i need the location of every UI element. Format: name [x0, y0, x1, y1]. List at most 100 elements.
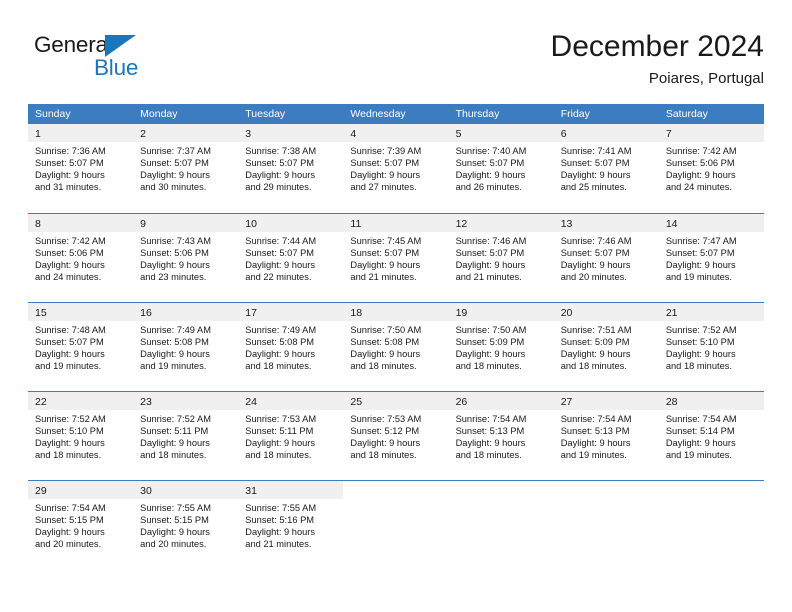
weekday-header-monday: Monday — [140, 108, 178, 120]
sunrise-text: Sunrise: 7:39 AM — [350, 146, 422, 156]
daylight-text-line1: Daylight: 9 hours — [35, 169, 105, 180]
day-cell[interactable]: 10 Sunrise: 7:44 AM Sunset: 5:07 PM Dayl… — [238, 214, 344, 302]
day-number: 27 — [560, 396, 573, 408]
daylight-text-line2: and 18 minutes. — [140, 449, 207, 460]
day-cell[interactable]: 24 Sunrise: 7:53 AM Sunset: 5:11 PM Dayl… — [238, 392, 344, 480]
day-cell[interactable]: 29 Sunrise: 7:54 AM Sunset: 5:15 PM Dayl… — [28, 481, 134, 569]
day-info: Sunrise: 7:49 AM Sunset: 5:08 PM Dayligh… — [238, 321, 343, 373]
day-cell[interactable]: 12 Sunrise: 7:46 AM Sunset: 5:07 PM Dayl… — [448, 214, 554, 302]
day-number: 26 — [455, 396, 468, 408]
day-number-bar: 29 — [28, 481, 134, 499]
day-cell[interactable]: 6 Sunrise: 7:41 AM Sunset: 5:07 PM Dayli… — [553, 124, 659, 213]
day-number: 12 — [455, 218, 468, 230]
daylight-text-line1: Daylight: 9 hours — [665, 259, 736, 270]
daylight-text-line2: and 18 minutes. — [35, 449, 102, 460]
day-info: Sunrise: 7:42 AM Sunset: 5:06 PM Dayligh… — [28, 232, 133, 284]
day-cell[interactable]: 16 Sunrise: 7:49 AM Sunset: 5:08 PM Dayl… — [133, 303, 239, 391]
title-block: December 2024 Poiares, Portugal — [551, 28, 764, 90]
sunset-text: Sunset: 5:07 PM — [560, 247, 630, 258]
daylight-text-line1: Daylight: 9 hours — [665, 348, 736, 359]
day-cell[interactable]: 23 Sunrise: 7:52 AM Sunset: 5:11 PM Dayl… — [133, 392, 239, 480]
day-number-bar: 22 — [28, 392, 134, 410]
sunrise-text: Sunrise: 7:54 AM — [455, 414, 527, 424]
day-info: Sunrise: 7:36 AM Sunset: 5:07 PM Dayligh… — [28, 142, 133, 194]
sunset-text: Sunset: 5:11 PM — [140, 425, 209, 436]
daylight-text-line1: Daylight: 9 hours — [350, 348, 421, 359]
day-info: Sunrise: 7:40 AM Sunset: 5:07 PM Dayligh… — [449, 142, 554, 194]
daylight-text-line2: and 18 minutes. — [455, 360, 522, 371]
daylight-text-line2: and 18 minutes. — [350, 449, 417, 460]
daylight-text-line2: and 30 minutes. — [140, 181, 207, 192]
daylight-text-line1: Daylight: 9 hours — [665, 169, 736, 180]
day-number: 13 — [560, 218, 573, 230]
day-cell[interactable]: 1 Sunrise: 7:36 AM Sunset: 5:07 PM Dayli… — [28, 124, 134, 213]
daylight-text-line1: Daylight: 9 hours — [350, 437, 421, 448]
sunset-text: Sunset: 5:15 PM — [35, 514, 104, 525]
day-cell[interactable]: 4 Sunrise: 7:39 AM Sunset: 5:07 PM Dayli… — [343, 124, 449, 213]
sunrise-text: Sunrise: 7:53 AM — [245, 414, 317, 424]
week-row: 22 Sunrise: 7:52 AM Sunset: 5:10 PM Dayl… — [28, 391, 764, 480]
day-cell[interactable]: 28 Sunrise: 7:54 AM Sunset: 5:14 PM Dayl… — [658, 392, 764, 480]
sunrise-text: Sunrise: 7:46 AM — [455, 236, 527, 246]
daylight-text-line2: and 25 minutes. — [560, 181, 627, 192]
day-cell[interactable]: 8 Sunrise: 7:42 AM Sunset: 5:06 PM Dayli… — [28, 214, 134, 302]
day-number-bar: 17 — [238, 303, 344, 321]
day-cell[interactable]: 19 Sunrise: 7:50 AM Sunset: 5:09 PM Dayl… — [448, 303, 554, 391]
day-number: 23 — [140, 396, 152, 408]
daylight-text-line1: Daylight: 9 hours — [35, 437, 105, 448]
day-info: Sunrise: 7:48 AM Sunset: 5:07 PM Dayligh… — [28, 321, 133, 373]
day-cell-empty — [343, 481, 448, 569]
calendar-grid: Sunday Monday Tuesday Wednesday Thursday… — [28, 104, 764, 569]
sunset-text: Sunset: 5:12 PM — [350, 425, 420, 436]
day-cell[interactable]: 9 Sunrise: 7:43 AM Sunset: 5:06 PM Dayli… — [133, 214, 239, 302]
day-number: 14 — [665, 218, 678, 230]
daylight-text-line1: Daylight: 9 hours — [245, 169, 316, 180]
daylight-text-line2: and 21 minutes. — [350, 271, 417, 282]
day-cell[interactable]: 5 Sunrise: 7:40 AM Sunset: 5:07 PM Dayli… — [448, 124, 554, 213]
daylight-text-line2: and 31 minutes. — [35, 181, 102, 192]
day-info: Sunrise: 7:39 AM Sunset: 5:07 PM Dayligh… — [343, 142, 448, 194]
day-info: Sunrise: 7:53 AM Sunset: 5:11 PM Dayligh… — [238, 410, 343, 462]
day-cell[interactable]: 13 Sunrise: 7:46 AM Sunset: 5:07 PM Dayl… — [553, 214, 659, 302]
sunrise-text: Sunrise: 7:53 AM — [350, 414, 422, 424]
day-cell[interactable]: 31 Sunrise: 7:55 AM Sunset: 5:16 PM Dayl… — [238, 481, 344, 569]
day-number-bar — [449, 481, 554, 499]
day-cell[interactable]: 22 Sunrise: 7:52 AM Sunset: 5:10 PM Dayl… — [28, 392, 134, 480]
sunset-text: Sunset: 5:07 PM — [35, 157, 104, 168]
sunrise-text: Sunrise: 7:54 AM — [35, 503, 106, 513]
sunrise-text: Sunrise: 7:51 AM — [560, 325, 632, 335]
day-cell[interactable]: 18 Sunrise: 7:50 AM Sunset: 5:08 PM Dayl… — [343, 303, 449, 391]
day-number-bar: 10 — [238, 214, 344, 232]
daylight-text-line2: and 20 minutes. — [140, 538, 207, 549]
day-number-bar: 19 — [448, 303, 554, 321]
day-number-bar: 21 — [658, 303, 764, 321]
day-number: 3 — [245, 128, 252, 140]
day-cell[interactable]: 21 Sunrise: 7:52 AM Sunset: 5:10 PM Dayl… — [658, 303, 764, 391]
day-cell[interactable]: 2 Sunrise: 7:37 AM Sunset: 5:07 PM Dayli… — [133, 124, 239, 213]
day-cell[interactable]: 3 Sunrise: 7:38 AM Sunset: 5:07 PM Dayli… — [238, 124, 344, 213]
day-number-bar: 31 — [238, 481, 344, 499]
logo-text-blue: Blue — [94, 55, 139, 80]
sunset-text: Sunset: 5:07 PM — [455, 157, 525, 168]
day-cell[interactable]: 11 Sunrise: 7:45 AM Sunset: 5:07 PM Dayl… — [343, 214, 449, 302]
day-number-bar: 13 — [553, 214, 659, 232]
sunset-text: Sunset: 5:14 PM — [665, 425, 735, 436]
day-cell[interactable]: 7 Sunrise: 7:42 AM Sunset: 5:06 PM Dayli… — [658, 124, 764, 213]
daylight-text-line1: Daylight: 9 hours — [140, 259, 210, 270]
day-number-bar — [659, 481, 764, 499]
day-cell[interactable]: 27 Sunrise: 7:54 AM Sunset: 5:13 PM Dayl… — [553, 392, 659, 480]
day-cell[interactable]: 30 Sunrise: 7:55 AM Sunset: 5:15 PM Dayl… — [133, 481, 239, 569]
day-cell[interactable]: 15 Sunrise: 7:48 AM Sunset: 5:07 PM Dayl… — [28, 303, 134, 391]
day-cell[interactable]: 20 Sunrise: 7:51 AM Sunset: 5:09 PM Dayl… — [553, 303, 659, 391]
day-cell[interactable]: 26 Sunrise: 7:54 AM Sunset: 5:13 PM Dayl… — [448, 392, 554, 480]
week-row: 29 Sunrise: 7:54 AM Sunset: 5:15 PM Dayl… — [28, 480, 764, 569]
day-cell[interactable]: 14 Sunrise: 7:47 AM Sunset: 5:07 PM Dayl… — [658, 214, 764, 302]
day-number: 5 — [455, 128, 462, 140]
day-number: 4 — [350, 128, 357, 140]
day-cell[interactable]: 17 Sunrise: 7:49 AM Sunset: 5:08 PM Dayl… — [238, 303, 344, 391]
sunset-text: Sunset: 5:06 PM — [35, 247, 104, 258]
daylight-text-line1: Daylight: 9 hours — [245, 348, 316, 359]
general-blue-logo[interactable]: General Blue — [34, 32, 184, 90]
day-cell[interactable]: 25 Sunrise: 7:53 AM Sunset: 5:12 PM Dayl… — [343, 392, 449, 480]
day-cell-empty — [659, 481, 764, 569]
